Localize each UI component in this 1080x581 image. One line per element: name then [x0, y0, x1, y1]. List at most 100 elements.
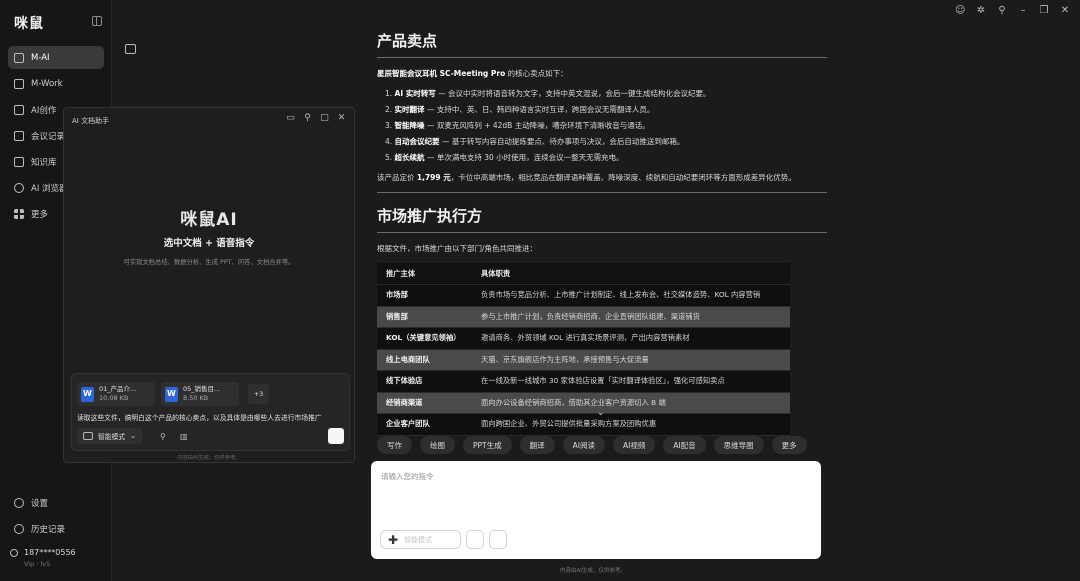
- new-chat-icon[interactable]: [125, 44, 136, 54]
- table-row: 线上电商团队 天猫、京东旗舰店作为主阵地，承接预售与大促流量: [377, 349, 790, 371]
- quick-action-mindmap[interactable]: 思维导图: [713, 436, 764, 454]
- maximize-icon[interactable]: □: [320, 114, 329, 123]
- prompt-input[interactable]: 请输入您的指令: [381, 471, 434, 482]
- quick-action-voice[interactable]: AI配音: [663, 436, 706, 454]
- sidebar-item-label: 会议记录: [31, 131, 66, 142]
- chat-icon: [14, 52, 24, 63]
- sidebar-item-m-ai[interactable]: M-AI: [8, 46, 104, 69]
- sidebar-item-label: 历史记录: [31, 524, 66, 535]
- app-logo: 咪鼠: [14, 16, 44, 32]
- record-icon: [14, 130, 24, 141]
- file-size: 8.50 KB: [183, 394, 209, 402]
- table-row: 线下体验店 在一线及新一线城市 30 家体验店设置「实时翻译体验区」，强化可感知卖…: [377, 370, 790, 393]
- sidebar-item-label: 设置: [31, 498, 49, 509]
- sidebar-item-history[interactable]: 历史记录: [8, 517, 104, 540]
- work-icon: [14, 78, 24, 89]
- quick-action-video[interactable]: AI视频: [612, 436, 656, 454]
- panel-composer: 01_产品介...10.08 KB 05_销售目...8.50 KB +3 读取…: [71, 373, 350, 451]
- divider: [377, 192, 827, 193]
- sidebar-item-m-work[interactable]: M-Work: [8, 72, 104, 95]
- restore-icon[interactable]: ❐: [1039, 6, 1049, 16]
- table-row: 企业客户团队 面向跨国企业、外贸公司提供批量采购方案及团购优惠: [377, 413, 790, 436]
- quick-action-ppt[interactable]: PPT生成: [463, 436, 512, 454]
- panel-controls: ▭ ⚲ □ ✕: [286, 114, 346, 123]
- list-item: 2. 实时翻译 — 支持中、英、日、韩四种语言实时互译，跨国会议无需翻译人员。: [385, 105, 655, 114]
- table-row: 市场部 负责市场与竞品分析、上市推广计划制定、线上发布会、社交媒体造势、KOL 内…: [377, 284, 790, 307]
- product-name: 星辰智能会议耳机 SC-Meeting Pro: [377, 69, 506, 78]
- gear-icon[interactable]: ✲: [976, 6, 986, 16]
- user-tier: Vip: [24, 560, 35, 568]
- word-doc-icon: [81, 386, 94, 402]
- prompt-box[interactable]: 请输入您的指令 ✚ 智能模式: [371, 461, 821, 559]
- user-icon: [10, 548, 18, 557]
- chevron-down-icon: ⌄: [130, 432, 136, 440]
- new-chat-icon[interactable]: ▭: [286, 114, 295, 123]
- user-profile[interactable]: 187****0556 Vip · lv5: [10, 548, 106, 568]
- gear-icon: [14, 497, 24, 508]
- word-doc-icon: [165, 386, 178, 402]
- user-name: 187****0556: [24, 548, 76, 557]
- selling-points-intro: 星辰智能会议耳机 SC-Meeting Pro 的核心卖点如下：: [377, 68, 827, 80]
- book-icon[interactable]: ▥: [180, 432, 188, 441]
- table-row: 经销商渠道 面向办公设备经销商招商，借助其企业客户资源切入 B 端: [377, 392, 790, 414]
- table-row: 销售部 参与上市推广计划，负责经销商招商、企业直销团队组建、渠道铺货: [377, 306, 790, 328]
- book-icon: [14, 156, 24, 167]
- knowledge-button[interactable]: [489, 530, 507, 549]
- attached-file[interactable]: 05_销售目...8.50 KB: [161, 382, 239, 406]
- table-header: 推广主体 具体职责: [377, 263, 790, 285]
- quick-action-write[interactable]: 写作: [377, 436, 412, 454]
- sidebar-item-label: M-Work: [31, 78, 63, 89]
- mode-label: 智能模式: [404, 535, 433, 544]
- query-text[interactable]: 读取这些文件，搞明白这个产品的核心卖点，以及具体是由哪些人去进行市场推广: [77, 412, 347, 422]
- attach-button[interactable]: [466, 530, 484, 549]
- attach-icon[interactable]: ⚲: [160, 432, 166, 441]
- list-item: 5. 超长续航 — 单次满电支持 30 小时使用，连续会议一整天无需充电。: [385, 153, 624, 162]
- sidebar-item-label: 更多: [31, 209, 49, 220]
- sidebar-item-label: M-AI: [31, 52, 50, 63]
- close-icon[interactable]: ✕: [1060, 6, 1070, 16]
- history-icon: [14, 523, 24, 534]
- attached-file[interactable]: 01_产品介...10.08 KB: [77, 382, 155, 406]
- plus-icon[interactable]: ✚: [388, 534, 398, 546]
- section-title-selling-points: 产品卖点: [377, 30, 827, 58]
- quick-actions: 写作 绘图 PPT生成 翻译 AI阅读 AI视频 AI配音 思维导图 更多: [377, 436, 807, 454]
- sidebar-item-settings[interactable]: 设置: [8, 491, 104, 514]
- file-name: 05_销售目...: [183, 385, 221, 393]
- list-item: 1. AI 实时转写 — 会议中实时将语音转为文字，支持中英文混说，会后一键生成…: [385, 89, 711, 98]
- promotion-intro: 根据文件，市场推广由以下部门/角色共同推进：: [377, 244, 538, 253]
- quick-action-more[interactable]: 更多: [771, 436, 807, 454]
- quick-action-translate[interactable]: 翻译: [519, 436, 555, 454]
- panel-mode-select[interactable]: 智能模式 ⌄: [77, 428, 142, 444]
- window-toolbar: ☺ ✲ ⚲ – ❐ ✕: [940, 0, 1080, 22]
- compass-icon: [14, 182, 24, 193]
- send-button[interactable]: [328, 428, 344, 444]
- quick-action-read[interactable]: AI阅读: [562, 436, 605, 454]
- more-files-badge[interactable]: +3: [248, 384, 269, 404]
- selling-points-list: 1. AI 实时转写 — 会议中实时将语音转为文字，支持中英文混说，会后一键生成…: [377, 86, 827, 166]
- list-item: 3. 智能降噪 — 双麦克风阵列 + 42dB 主动降噪，嘈杂环境下清晰收音与通…: [385, 121, 650, 130]
- sidebar-bottom-nav: 设置 历史记录: [8, 491, 104, 543]
- pin-icon[interactable]: ⚲: [303, 114, 312, 123]
- scroll-down-icon[interactable]: ⌄: [597, 408, 605, 418]
- quick-action-draw[interactable]: 绘图: [420, 436, 455, 454]
- mode-icon: [83, 432, 93, 440]
- mode-select[interactable]: ✚ 智能模式: [380, 530, 461, 549]
- ai-doc-assistant-panel: AI 文档助手 ▭ ⚲ □ ✕ 咪鼠AI 选中文档 + 语音指令 可实现文档总结…: [63, 107, 355, 463]
- pin-icon[interactable]: ⚲: [997, 6, 1007, 16]
- panel-disclaimer: 内容由AI生成，仅供参考。: [177, 455, 241, 461]
- intro-text: 的核心卖点如下：: [505, 69, 568, 78]
- minimize-icon[interactable]: –: [1018, 6, 1028, 16]
- panel-subtitle: 可实现文档总结、数据分析、生成 PPT、问答、文档合并等。: [123, 259, 295, 266]
- table-row: KOL（关键意见领袖） 邀请商务、外贸领域 KOL 进行真实场景评测，产出内容营销…: [377, 327, 790, 350]
- chat-response: 产品卖点 星辰智能会议耳机 SC-Meeting Pro 的核心卖点如下： 1.…: [377, 30, 827, 436]
- price-summary: 该产品定价 1,799 元，卡位中高端市场，相比竞品在翻译语种覆盖、降噪深度、续…: [377, 173, 796, 182]
- panel-logo: 咪鼠AI: [180, 210, 238, 230]
- user-icon[interactable]: ☺: [955, 6, 965, 16]
- image-icon: [14, 104, 24, 115]
- file-size: 10.08 KB: [99, 394, 129, 402]
- close-icon[interactable]: ✕: [337, 114, 346, 123]
- file-name: 01_产品介...: [99, 385, 137, 393]
- panel-mode-label: 智能模式: [98, 433, 126, 441]
- sidebar-collapse-icon[interactable]: [92, 16, 102, 26]
- panel-title: AI 文档助手: [72, 117, 110, 125]
